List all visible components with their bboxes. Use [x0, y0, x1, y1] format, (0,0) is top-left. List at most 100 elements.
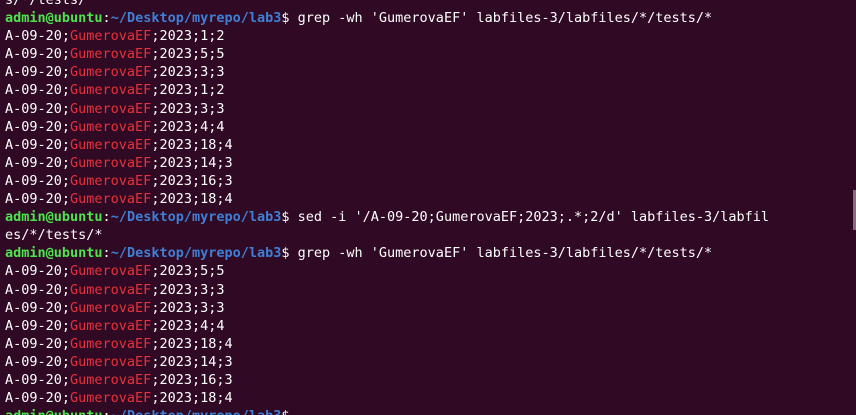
output-rest: ;2023;18;4: [151, 191, 233, 208]
output-prefix: A-09-20;: [5, 390, 71, 407]
output-rest: ;2023;3;3: [151, 64, 225, 81]
output-prefix: A-09-20;: [5, 281, 71, 298]
prompt-user-host: admin@ubuntu: [5, 408, 103, 415]
overflow-text: s/*/tests/: [5, 0, 87, 8]
grep-match: GumerovaEF: [70, 299, 152, 316]
output-prefix: A-09-20;: [5, 191, 71, 208]
grep-match: GumerovaEF: [70, 371, 152, 388]
output-rest: ;2023;18;4: [151, 136, 233, 153]
prompt-path: ~/Desktop/myrepo/lab3: [111, 408, 282, 415]
grep-match: GumerovaEF: [70, 64, 152, 81]
output-rest: ;2023;16;3: [151, 172, 233, 189]
command-text-wrapped[interactable]: es/*/tests/*: [5, 227, 103, 243]
output-rest: ;2023;1;2: [151, 28, 225, 45]
output-line: A-09-20;GumerovaEF;2023;18;4: [5, 190, 856, 208]
prompt-colon: :: [102, 10, 111, 27]
command-text[interactable]: sed -i '/A-09-20;GumerovaEF;2023;.*;2/d'…: [298, 209, 769, 225]
overflow-line: s/*/tests/: [5, 0, 856, 9]
output-line: A-09-20;GumerovaEF;2023;1;2: [5, 81, 856, 99]
output-line: A-09-20;GumerovaEF;2023;18;4: [5, 136, 856, 154]
prompt-symbol: $: [281, 408, 297, 415]
output-prefix: A-09-20;: [5, 353, 71, 370]
output-line: A-09-20;GumerovaEF;2023;4;4: [5, 118, 856, 136]
terminal-output: s/*/tests/admin@ubuntu:~/Desktop/myrepo/…: [5, 0, 856, 415]
prompt-path: ~/Desktop/myrepo/lab3: [110, 245, 282, 262]
output-prefix: A-09-20;: [5, 154, 71, 171]
output-prefix: A-09-20;: [5, 371, 71, 388]
output-line: A-09-20;GumerovaEF;2023;3;3: [5, 299, 856, 317]
output-prefix: A-09-20;: [5, 118, 71, 135]
output-rest: ;2023;16;3: [151, 371, 233, 388]
output-line: A-09-20;GumerovaEF;2023;4;4: [5, 317, 856, 335]
command-text[interactable]: grep -wh 'GumerovaEF' labfiles-3/labfile…: [298, 245, 713, 261]
prompt-symbol: $: [281, 209, 298, 226]
grep-match: GumerovaEF: [70, 353, 152, 370]
output-rest: ;2023;18;4: [151, 335, 233, 352]
output-rest: ;2023;5;5: [151, 46, 225, 63]
output-prefix: A-09-20;: [5, 335, 71, 352]
output-rest: ;2023;1;2: [151, 82, 225, 99]
output-prefix: A-09-20;: [5, 299, 71, 316]
output-line: A-09-20;GumerovaEF;2023;18;4: [5, 389, 856, 407]
output-rest: ;2023;18;4: [151, 390, 233, 407]
output-prefix: A-09-20;: [5, 100, 71, 117]
output-prefix: A-09-20;: [5, 46, 71, 63]
prompt-line: admin@ubuntu:~/Desktop/myrepo/lab3$: [5, 407, 856, 415]
prompt-line: admin@ubuntu:~/Desktop/myrepo/lab3$ grep…: [5, 244, 856, 262]
prompt-path: ~/Desktop/myrepo/lab3: [110, 10, 282, 27]
output-rest: ;2023;14;3: [151, 353, 233, 370]
prompt-colon: :: [102, 209, 111, 226]
grep-match: GumerovaEF: [70, 136, 152, 153]
grep-match: GumerovaEF: [70, 191, 152, 208]
grep-match: GumerovaEF: [70, 100, 152, 117]
output-line: A-09-20;GumerovaEF;2023;5;5: [5, 262, 856, 280]
grep-match: GumerovaEF: [70, 390, 152, 407]
output-line: A-09-20;GumerovaEF;2023;18;4: [5, 335, 856, 353]
grep-match: GumerovaEF: [70, 46, 152, 63]
grep-match: GumerovaEF: [70, 28, 152, 45]
output-rest: ;2023;3;3: [151, 281, 225, 298]
output-line: A-09-20;GumerovaEF;2023;3;3: [5, 63, 856, 81]
grep-match: GumerovaEF: [70, 335, 152, 352]
output-prefix: A-09-20;: [5, 28, 71, 45]
grep-match: GumerovaEF: [70, 317, 152, 334]
output-rest: ;2023;5;5: [151, 263, 225, 280]
grep-match: GumerovaEF: [70, 82, 152, 99]
output-rest: ;2023;14;3: [151, 154, 233, 171]
terminal-window[interactable]: s/*/tests/admin@ubuntu:~/Desktop/myrepo/…: [0, 0, 856, 415]
output-prefix: A-09-20;: [5, 136, 71, 153]
output-rest: ;2023;3;3: [151, 100, 225, 117]
grep-match: GumerovaEF: [70, 154, 152, 171]
output-line: A-09-20;GumerovaEF;2023;3;3: [5, 281, 856, 299]
output-line: A-09-20;GumerovaEF;2023;1;2: [5, 27, 856, 45]
grep-match: GumerovaEF: [70, 118, 152, 135]
output-prefix: A-09-20;: [5, 263, 71, 280]
prompt-line: admin@ubuntu:~/Desktop/myrepo/lab3$ sed …: [5, 208, 856, 226]
output-rest: ;2023;4;4: [151, 118, 225, 135]
prompt-colon: :: [102, 245, 111, 262]
output-rest: ;2023;4;4: [151, 317, 225, 334]
output-line: A-09-20;GumerovaEF;2023;14;3: [5, 154, 856, 172]
output-line: A-09-20;GumerovaEF;2023;5;5: [5, 45, 856, 63]
output-line: A-09-20;GumerovaEF;2023;3;3: [5, 100, 856, 118]
output-line: A-09-20;GumerovaEF;2023;16;3: [5, 172, 856, 190]
output-prefix: A-09-20;: [5, 64, 71, 81]
prompt-user-host: admin@ubuntu: [5, 10, 103, 27]
output-rest: ;2023;3;3: [151, 299, 225, 316]
output-prefix: A-09-20;: [5, 317, 71, 334]
output-prefix: A-09-20;: [5, 172, 71, 189]
prompt-line: admin@ubuntu:~/Desktop/myrepo/lab3$ grep…: [5, 9, 856, 27]
prompt-path: ~/Desktop/myrepo/lab3: [110, 209, 282, 226]
output-line: A-09-20;GumerovaEF;2023;14;3: [5, 353, 856, 371]
wrapped-command-line: es/*/tests/*: [5, 226, 856, 244]
prompt-symbol: $: [281, 245, 298, 262]
prompt-symbol: $: [281, 10, 298, 27]
prompt-user-host: admin@ubuntu: [5, 245, 103, 262]
command-text[interactable]: grep -wh 'GumerovaEF' labfiles-3/labfile…: [298, 10, 713, 26]
output-prefix: A-09-20;: [5, 82, 71, 99]
grep-match: GumerovaEF: [70, 281, 152, 298]
output-line: A-09-20;GumerovaEF;2023;16;3: [5, 371, 856, 389]
grep-match: GumerovaEF: [70, 263, 152, 280]
grep-match: GumerovaEF: [70, 172, 152, 189]
prompt-user-host: admin@ubuntu: [5, 209, 103, 226]
